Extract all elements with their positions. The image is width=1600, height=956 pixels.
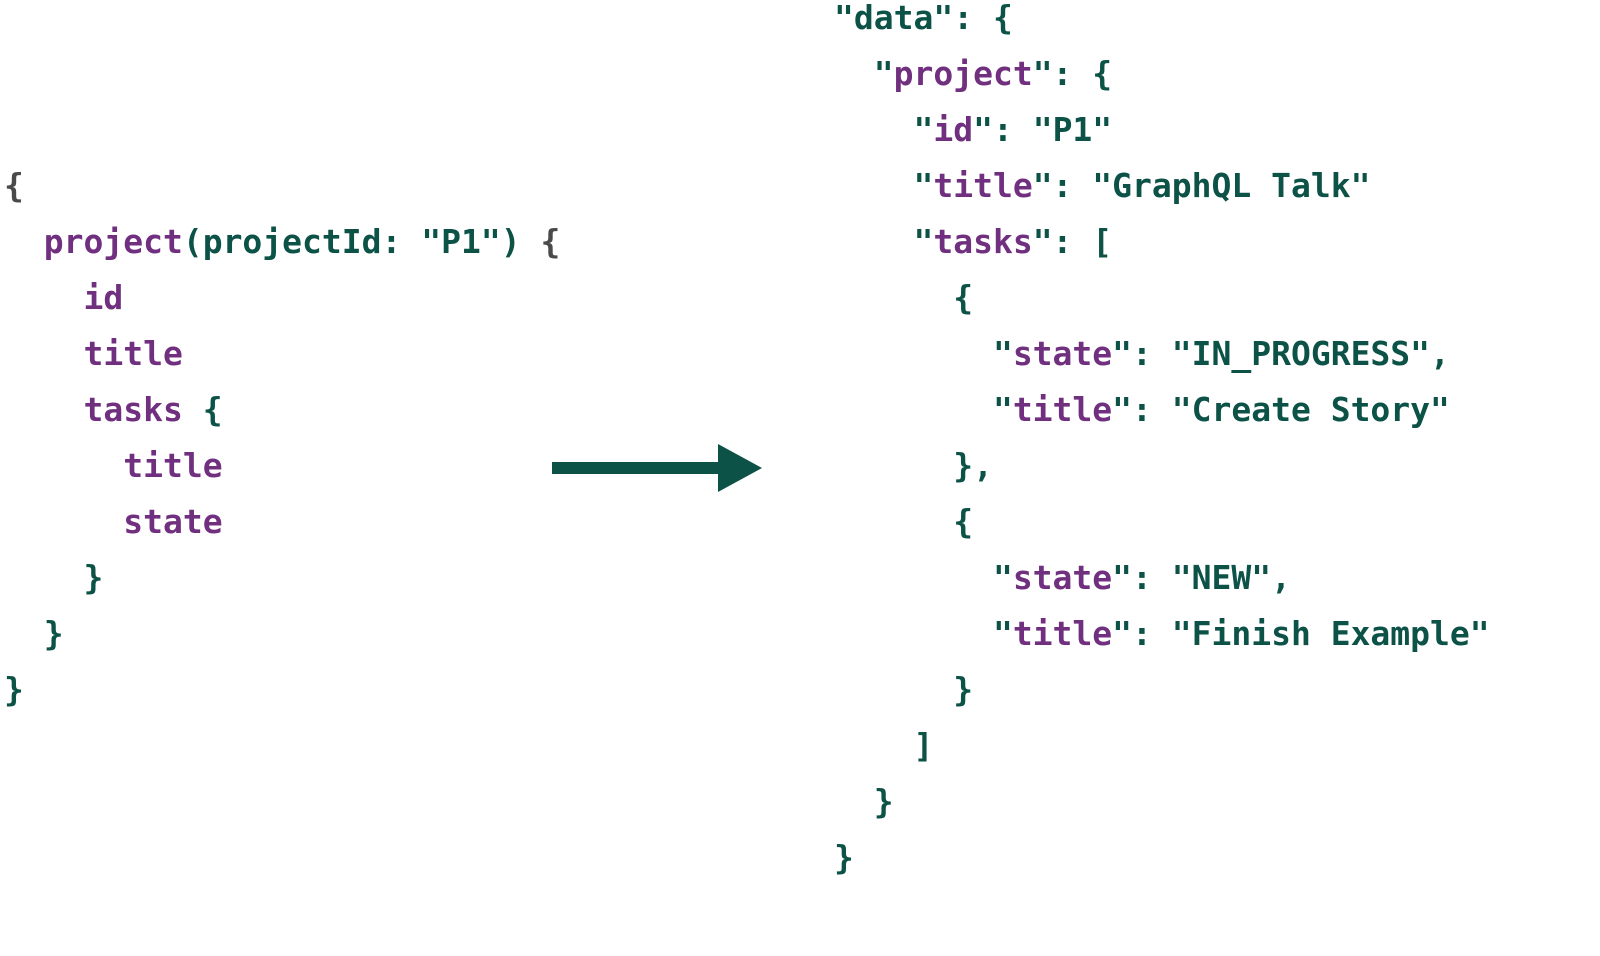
query-field-name: title [123, 446, 223, 485]
response-code-token: ": "Finish Example" [1112, 614, 1490, 653]
query-code-line: title [4, 326, 560, 382]
response-code-line: }, [834, 438, 1490, 494]
response-code-token: } [834, 670, 974, 709]
response-code-token: ": "P1" [973, 110, 1113, 149]
response-code-line: } [834, 830, 1490, 886]
response-code-token: ": "Create Story" [1112, 390, 1450, 429]
response-code-line: { [834, 494, 1490, 550]
query-field-name: title [83, 334, 183, 373]
response-field-name: state [1012, 558, 1113, 597]
response-code-token: ": "NEW", [1112, 558, 1291, 597]
response-field-name: title [1012, 390, 1113, 429]
response-field-name: title [933, 166, 1033, 205]
response-code-token: " [834, 390, 1013, 429]
query-code-line: title [4, 438, 560, 494]
response-code-line: "data": { [834, 0, 1490, 46]
arrow-shaft [552, 462, 720, 474]
response-code-token: " [834, 558, 1013, 597]
query-code-token [4, 446, 123, 485]
query-code-line: project(projectId: "P1") { [4, 214, 561, 270]
response-code-line: "id": "P1" [834, 102, 1490, 158]
json-response-block: "data": { "project": { "id": "P1" "title… [834, 0, 1490, 886]
query-code-token [4, 502, 123, 541]
response-code-token: "data": { [834, 0, 1013, 37]
query-code-line: state [4, 494, 560, 550]
response-code-line: "title": "Create Story" [834, 382, 1490, 438]
response-code-line: "state": "NEW", [834, 550, 1490, 606]
response-code-token: " [834, 110, 934, 149]
query-field-name: state [123, 502, 223, 541]
response-code-token: " [834, 614, 1013, 653]
response-code-line: "project": { [834, 46, 1490, 102]
response-code-token: ": "GraphQL Talk" [1032, 166, 1371, 205]
query-code-token [4, 334, 83, 373]
query-field-name: tasks [83, 390, 183, 429]
query-code-token: } [4, 558, 104, 597]
query-code-line: tasks { [4, 382, 560, 438]
response-code-line: } [834, 662, 1490, 718]
query-code-line: id [4, 270, 560, 326]
query-code-line: } [4, 606, 560, 662]
query-code-token [4, 222, 44, 261]
query-code-token: { [4, 166, 24, 205]
response-code-line: "title": "Finish Example" [834, 606, 1490, 662]
response-code-line: ] [834, 718, 1490, 774]
query-code-line: { [4, 158, 560, 214]
query-code-line: } [4, 550, 560, 606]
response-code-token: ": { [1032, 54, 1113, 93]
response-code-token: } [834, 782, 894, 821]
query-code-token: } [4, 614, 64, 653]
response-code-token: " [834, 166, 934, 205]
query-code-token [4, 390, 83, 429]
response-code-token: " [834, 334, 1013, 373]
response-field-name: state [1012, 334, 1113, 373]
query-field-name: id [83, 278, 124, 317]
arrow-right-icon [552, 444, 762, 492]
response-field-name: tasks [933, 222, 1033, 261]
response-field-name: project [893, 54, 1033, 93]
response-code-token: ": [ [1032, 222, 1113, 261]
response-code-token: ] [834, 726, 934, 765]
response-code-token: " [834, 54, 894, 93]
query-code-token: } [4, 670, 24, 709]
response-code-token: ": "IN_PROGRESS", [1112, 334, 1450, 373]
arrow-head [718, 444, 762, 492]
response-code-line: "title": "GraphQL Talk" [834, 158, 1490, 214]
query-code-line: } [4, 662, 560, 718]
query-field-name: project [43, 222, 183, 261]
query-code-token [4, 278, 83, 317]
response-code-token: { [834, 502, 974, 541]
graphql-query-block: { project(projectId: "P1") { id title ta… [4, 158, 560, 718]
query-code-token: { [540, 222, 561, 261]
query-code-token: { [182, 390, 223, 429]
response-code-line: { [834, 270, 1490, 326]
response-code-line: "tasks": [ [834, 214, 1490, 270]
response-code-line: "state": "IN_PROGRESS", [834, 326, 1490, 382]
response-code-line: } [834, 774, 1490, 830]
query-code-token: (projectId: "P1") [182, 222, 541, 261]
response-code-token: " [834, 222, 934, 261]
response-code-token: }, [834, 446, 993, 485]
response-code-token: { [834, 278, 974, 317]
response-code-token: } [834, 838, 854, 877]
response-field-name: id [933, 110, 974, 149]
response-field-name: title [1012, 614, 1113, 653]
